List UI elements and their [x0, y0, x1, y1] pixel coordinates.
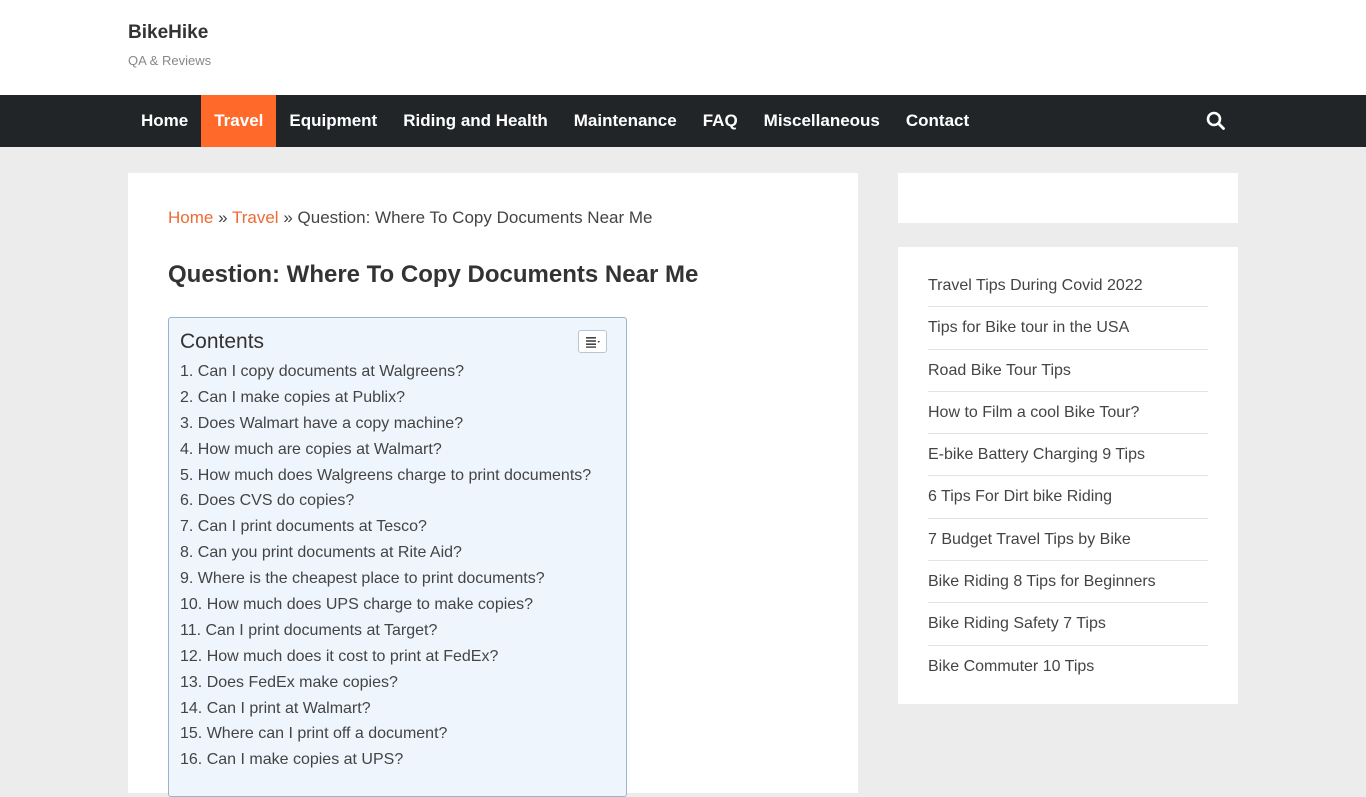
breadcrumb-home-link[interactable]: Home: [168, 208, 213, 227]
toc-item[interactable]: 15. Where can I print off a document?: [180, 721, 591, 747]
toc-item[interactable]: 1. Can I copy documents at Walgreens?: [180, 359, 591, 385]
toc-list: 1. Can I copy documents at Walgreens? 2.…: [180, 359, 591, 773]
nav-item-equipment[interactable]: Equipment: [276, 95, 390, 147]
site-title[interactable]: BikeHike: [128, 22, 208, 44]
sidebar-post-link[interactable]: 7 Budget Travel Tips by Bike: [928, 519, 1208, 562]
sidebar-post-link[interactable]: Bike Commuter 10 Tips: [928, 646, 1208, 687]
toc-item[interactable]: 6. Does CVS do copies?: [180, 488, 591, 514]
sidebar-post-link[interactable]: Travel Tips During Covid 2022: [928, 265, 1208, 308]
sidebar-post-link[interactable]: E-bike Battery Charging 9 Tips: [928, 434, 1208, 477]
search-button[interactable]: [1204, 109, 1228, 133]
sidebar-post-link[interactable]: Bike Riding 8 Tips for Beginners: [928, 561, 1208, 604]
toc-item[interactable]: 10. How much does UPS charge to make cop…: [180, 592, 591, 618]
nav-item-faq[interactable]: FAQ: [690, 95, 751, 147]
sidebar-post-link[interactable]: Bike Riding Safety 7 Tips: [928, 603, 1208, 646]
toc-item[interactable]: 7. Can I print documents at Tesco?: [180, 514, 591, 540]
toc-toggle-button[interactable]: [578, 330, 607, 353]
toc-item[interactable]: 2. Can I make copies at Publix?: [180, 385, 591, 411]
toc-item[interactable]: 3. Does Walmart have a copy machine?: [180, 411, 591, 437]
toc-item[interactable]: 4. How much are copies at Walmart?: [180, 437, 591, 463]
main-content: Home » Travel » Question: Where To Copy …: [128, 173, 858, 797]
sidebar-post-link[interactable]: Tips for Bike tour in the USA: [928, 307, 1208, 350]
breadcrumb: Home » Travel » Question: Where To Copy …: [168, 208, 652, 228]
toc-item[interactable]: 13. Does FedEx make copies?: [180, 670, 591, 696]
search-icon: [1206, 111, 1225, 130]
nav-item-riding-and-health[interactable]: Riding and Health: [390, 95, 561, 147]
table-of-contents: Contents 1. Can I copy documents at Walg…: [168, 317, 627, 797]
sidebar-post-link[interactable]: 6 Tips For Dirt bike Riding: [928, 476, 1208, 519]
toc-item[interactable]: 9. Where is the cheapest place to print …: [180, 566, 591, 592]
toc-item[interactable]: 12. How much does it cost to print at Fe…: [180, 644, 591, 670]
nav-item-travel[interactable]: Travel: [201, 95, 277, 147]
sidebar-widget-empty: [898, 173, 1238, 223]
nav-item-contact[interactable]: Contact: [893, 95, 982, 147]
toc-item[interactable]: 11. Can I print documents at Target?: [180, 618, 591, 644]
breadcrumb-travel-link[interactable]: Travel: [232, 208, 279, 227]
nav-item-home[interactable]: Home: [128, 95, 201, 147]
main-navigation: Home Travel Equipment Riding and Health …: [0, 95, 1366, 147]
nav-item-maintenance[interactable]: Maintenance: [561, 95, 690, 147]
toc-item[interactable]: 5. How much does Walgreens charge to pri…: [180, 463, 591, 489]
sidebar-post-link[interactable]: How to Film a cool Bike Tour?: [928, 392, 1208, 435]
site-tagline: QA & Reviews: [128, 53, 212, 68]
page-title: Question: Where To Copy Documents Near M…: [168, 261, 699, 288]
breadcrumb-separator: »: [283, 208, 293, 227]
site-header: BikeHike QA & Reviews: [0, 0, 1366, 95]
list-toggle-icon: [586, 337, 600, 348]
nav-menu: Home Travel Equipment Riding and Health …: [128, 95, 982, 147]
breadcrumb-separator: »: [218, 208, 228, 227]
recent-posts-list: Travel Tips During Covid 2022 Tips for B…: [928, 265, 1208, 687]
toc-item[interactable]: 14. Can I print at Walmart?: [180, 696, 591, 722]
toc-title: Contents: [180, 330, 265, 353]
toc-item[interactable]: 16. Can I make copies at UPS?: [180, 747, 591, 773]
sidebar-recent-posts: Travel Tips During Covid 2022 Tips for B…: [898, 247, 1238, 704]
sidebar-post-link[interactable]: Road Bike Tour Tips: [928, 350, 1208, 392]
toc-item[interactable]: 8. Can you print documents at Rite Aid?: [180, 540, 591, 566]
breadcrumb-current: Question: Where To Copy Documents Near M…: [297, 208, 653, 227]
nav-item-miscellaneous[interactable]: Miscellaneous: [751, 95, 893, 147]
